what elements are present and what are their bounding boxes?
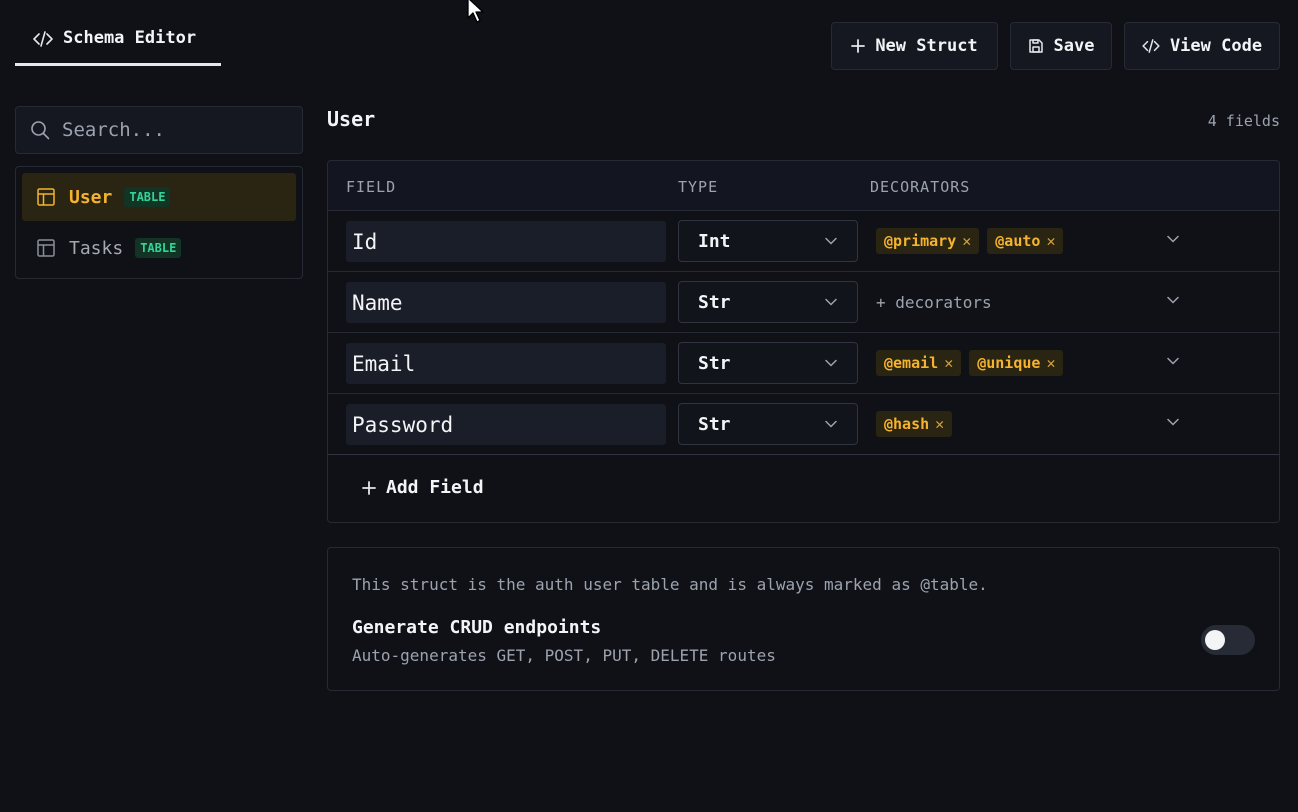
field-name-text: Password [352,412,454,437]
remove-decorator-icon[interactable]: ✕ [1046,232,1055,250]
struct-type-badge: TABLE [124,187,171,207]
decorator-chip: @hash ✕ [876,411,953,437]
view-code-label: View Code [1169,36,1263,56]
code-icon [33,31,53,47]
search-icon [31,121,50,140]
chevron-down-icon [825,298,837,306]
chevron-down-icon [825,237,837,245]
field-name-input[interactable]: Name [346,282,666,323]
decorator-chip: @auto ✕ [987,228,1064,254]
chevron-down-icon[interactable] [1167,357,1179,365]
decorator-label: @unique [977,354,1041,372]
field-count: 4 fields [1207,112,1280,130]
decorator-label: @primary [884,232,957,250]
struct-title: User [327,107,376,131]
struct-type-badge: TABLE [135,238,182,258]
field-type-value: Int [698,230,731,252]
field-type-value: Str [698,291,731,313]
search-box [15,106,303,154]
decorator-label: @email [884,354,939,372]
add-field-button[interactable]: Add Field [362,477,484,498]
fields-table: FIELD TYPE DECORATORS Id Int @primary ✕ @… [327,160,1280,523]
save-label: Save [1053,36,1095,56]
code-icon [1142,39,1160,53]
plus-icon [851,39,866,53]
field-name-text: Id [352,229,378,254]
crud-toggle-title: Generate CRUD endpoints [352,617,602,638]
fields-table-header: FIELD TYPE DECORATORS [328,161,1279,211]
struct-description: This struct is the auth user table and i… [352,575,988,594]
struct-name: Tasks [69,237,124,259]
mouse-cursor-icon [467,0,484,23]
decorator-chip: @unique ✕ [969,350,1064,376]
field-name-input[interactable]: Password [346,404,666,445]
plus-icon [362,480,376,495]
remove-decorator-icon[interactable]: ✕ [962,232,971,250]
new-struct-button[interactable]: New Struct [831,22,998,70]
column-header-field: FIELD [346,178,397,196]
add-field-label: Add Field [386,477,484,498]
field-type-select[interactable]: Int [678,220,858,262]
struct-name: User [69,186,113,208]
new-struct-label: New Struct [875,36,978,56]
decorators-list: + decorators [876,289,992,315]
table-row: Password Str @hash ✕ [328,394,1279,455]
decorator-chip: @email ✕ [876,350,962,376]
field-name-text: Email [352,351,416,376]
remove-decorator-icon[interactable]: ✕ [944,354,953,372]
decorator-label: @hash [884,415,930,433]
save-icon [1028,39,1043,53]
field-name-input[interactable]: Id [346,221,666,262]
decorator-chip: @primary ✕ [876,228,980,254]
view-code-button[interactable]: View Code [1124,22,1280,70]
remove-decorator-icon[interactable]: ✕ [935,415,944,433]
toggle-knob [1205,630,1225,650]
decorators-list: @email ✕ @unique ✕ [876,350,1064,376]
struct-item-tasks[interactable]: Tasks TABLE [22,224,296,272]
field-type-value: Str [698,352,731,374]
remove-decorator-icon[interactable]: ✕ [1046,354,1055,372]
field-type-select[interactable]: Str [678,342,858,384]
table-icon [37,239,55,257]
field-type-select[interactable]: Str [678,403,858,445]
column-header-decorators: DECORATORS [870,178,971,196]
chevron-down-icon [825,359,837,367]
decorators-list: @primary ✕ @auto ✕ [876,228,1064,254]
field-name-text: Name [352,290,403,315]
column-header-type: TYPE [678,178,719,196]
table-row: Id Int @primary ✕ @auto ✕ [328,211,1279,272]
tab-label: Schema Editor [63,28,197,48]
field-name-input[interactable]: Email [346,343,666,384]
table-icon [37,188,55,206]
table-row: Name Str + decorators [328,272,1279,333]
struct-info-panel: This struct is the auth user table and i… [327,547,1280,691]
table-row: Email Str @email ✕ @unique ✕ [328,333,1279,394]
field-type-select[interactable]: Str [678,281,858,323]
struct-list: User TABLE Tasks TABLE [15,166,303,279]
chevron-down-icon[interactable] [1167,418,1179,426]
decorators-list: @hash ✕ [876,411,953,437]
save-button[interactable]: Save [1010,22,1112,70]
struct-item-user[interactable]: User TABLE [22,173,296,221]
chevron-down-icon[interactable] [1167,235,1179,243]
crud-toggle-switch[interactable] [1201,625,1255,655]
field-type-value: Str [698,413,731,435]
tab-schema-editor[interactable]: Schema Editor [15,14,221,66]
add-decorators-button[interactable]: + decorators [876,293,992,312]
crud-toggle-subtitle: Auto-generates GET, POST, PUT, DELETE ro… [352,646,776,665]
decorator-label: @auto [995,232,1041,250]
search-input[interactable] [62,119,282,141]
chevron-down-icon[interactable] [1167,296,1179,304]
chevron-down-icon [825,420,837,428]
